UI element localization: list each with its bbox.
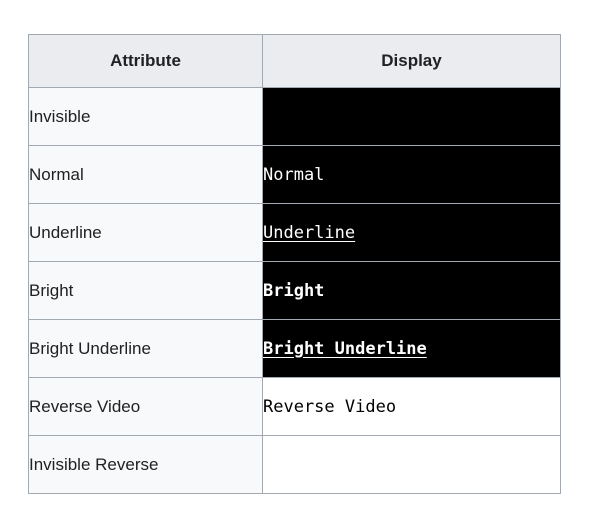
- table-row: Reverse Video Reverse Video: [28, 377, 561, 436]
- display-sample-text: Reverse Video: [263, 396, 397, 417]
- table-body: InvisibleInvisibleNormalNormalUnderlineU…: [28, 87, 561, 494]
- attribute-name-cell: Reverse Video: [28, 377, 263, 436]
- attribute-display-cell: Bright Underline: [262, 319, 561, 378]
- table-header: Attribute Display: [28, 34, 561, 88]
- attribute-name-cell: Invisible Reverse: [28, 435, 263, 494]
- display-sample-text: Normal: [263, 164, 325, 185]
- attribute-name-cell: Bright: [28, 261, 263, 320]
- display-sample-text: Bright: [263, 280, 325, 301]
- column-header-attribute: Attribute: [28, 34, 263, 88]
- table-row: InvisibleInvisible: [28, 87, 561, 146]
- table-row: Normal Normal: [28, 145, 561, 204]
- attribute-display-cell: Underline: [262, 203, 561, 262]
- display-sample-text: Underline: [263, 222, 356, 243]
- table-row: Underline Underline: [28, 203, 561, 262]
- attribute-display-cell: Invisible Reverse: [262, 435, 561, 494]
- page-root: Text attributes Attribute Display Invisi…: [0, 0, 594, 528]
- attribute-display-cell: Bright: [262, 261, 561, 320]
- column-header-display: Display: [262, 34, 561, 88]
- text-attributes-table: Attribute Display InvisibleInvisibleNorm…: [28, 34, 561, 494]
- table-row: Bright Bright: [28, 261, 561, 320]
- display-sample-text: Bright Underline: [263, 338, 427, 359]
- table-row: Bright Underline Bright Underline: [28, 319, 561, 378]
- table-row: Invisible ReverseInvisible Reverse: [28, 435, 561, 494]
- attribute-name-cell: Underline: [28, 203, 263, 262]
- attributes-table-container: Attribute Display InvisibleInvisibleNorm…: [28, 34, 561, 494]
- attribute-name-cell: Normal: [28, 145, 263, 204]
- attribute-name-cell: Bright Underline: [28, 319, 263, 378]
- attribute-display-cell: Reverse Video: [262, 377, 561, 436]
- attribute-display-cell: Invisible: [262, 87, 561, 146]
- table-header-row: Attribute Display: [28, 34, 561, 88]
- attribute-name-cell: Invisible: [28, 87, 263, 146]
- attribute-display-cell: Normal: [262, 145, 561, 204]
